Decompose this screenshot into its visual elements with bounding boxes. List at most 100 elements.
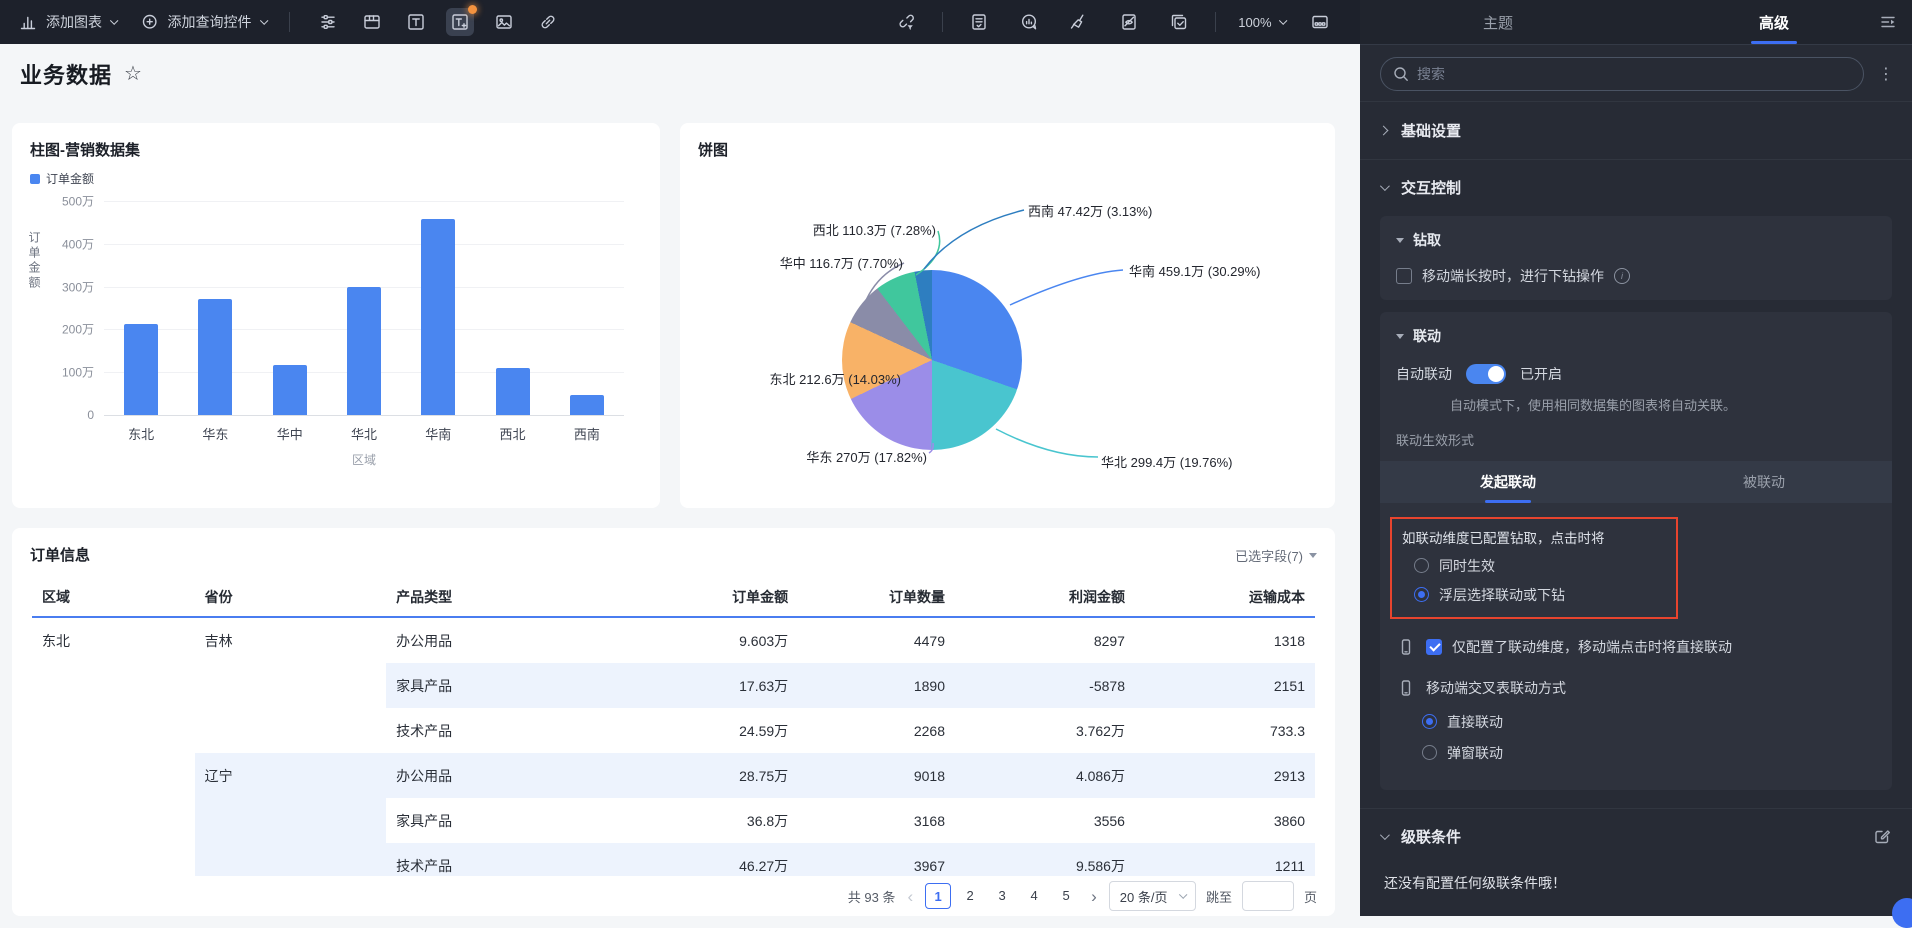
mobile-direct-label: 仅配置了联动维度，移动端点击时将直接联动 xyxy=(1452,638,1732,655)
page-number-4[interactable]: 4 xyxy=(1021,883,1047,909)
tab-receive-linkage[interactable]: 被联动 xyxy=(1636,461,1892,503)
bottom-toolbar-icon[interactable] xyxy=(1306,8,1334,36)
clean-canvas-icon[interactable] xyxy=(1065,8,1093,36)
column-header[interactable]: 区域 xyxy=(32,578,195,618)
x-tick-label: 华中 xyxy=(276,427,303,442)
chat-analysis-icon[interactable] xyxy=(1015,8,1043,36)
slider-settings-icon[interactable] xyxy=(314,8,342,36)
add-query-label: 添加查询控件 xyxy=(167,14,252,30)
settings-panel: 主题 高级 ⋮ 基础设置 交互控制 钻取 移动端长按时，进行下钻操作 i xyxy=(1360,0,1912,928)
bar-plot xyxy=(104,201,624,416)
x-tick-label: 华南 xyxy=(425,427,452,442)
option-direct-label: 直接联动 xyxy=(1447,713,1503,730)
table-row[interactable]: 辽宁 办公用品 28.75万 9018 4.086万 2913 xyxy=(32,753,1315,888)
auto-linkage-toggle[interactable] xyxy=(1466,364,1506,384)
bar-西北[interactable] xyxy=(495,367,530,415)
table-cell: 3860 xyxy=(1273,812,1305,829)
bar-华中[interactable] xyxy=(272,365,307,415)
pie-slice-label: 华中 116.7万 (7.70%) xyxy=(779,256,903,271)
text-component-icon[interactable] xyxy=(402,8,430,36)
column-header[interactable]: 订单数量 xyxy=(798,578,956,618)
column-header[interactable]: 产品类型 xyxy=(386,578,613,618)
radio-popup-linkage[interactable] xyxy=(1422,745,1437,760)
add-query-control-button[interactable]: 添加查询控件 xyxy=(140,12,268,32)
pie-chart-title: 饼图 xyxy=(698,142,729,159)
column-header[interactable]: 利润金额 xyxy=(955,578,1135,618)
panel-header: 主题 高级 xyxy=(1360,0,1912,45)
next-page-button[interactable]: › xyxy=(1089,888,1099,905)
rich-text-icon[interactable] xyxy=(446,5,477,36)
section-label: 交互控制 xyxy=(1401,179,1462,197)
panel-search-row: ⋮ xyxy=(1360,45,1912,102)
column-header[interactable]: 运输成本 xyxy=(1134,578,1315,618)
table-cell: 2151 xyxy=(1134,663,1315,708)
radio-overlay-select[interactable] xyxy=(1414,587,1429,602)
edit-icon[interactable] xyxy=(1872,826,1892,846)
table-row[interactable]: 东北 吉林 办公用品 9.603万 4479 8297 1318 xyxy=(32,617,1315,888)
favorite-star-icon[interactable]: ☆ xyxy=(124,64,142,84)
section-cascade-conditions[interactable]: 级联条件 xyxy=(1360,808,1912,863)
toolbar-divider xyxy=(1215,12,1217,32)
info-icon[interactable]: i xyxy=(1614,268,1630,284)
column-header[interactable]: 省份 xyxy=(194,578,387,618)
page-number-5[interactable]: 5 xyxy=(1053,883,1079,909)
page-number-3[interactable]: 3 xyxy=(989,883,1015,909)
drill-longpress-label: 移动端长按时，进行下钻操作 xyxy=(1422,268,1604,284)
page-size-select[interactable]: 20 条/页 xyxy=(1108,881,1196,911)
search-icon xyxy=(1391,64,1411,84)
bar-东北[interactable] xyxy=(124,324,159,415)
prev-page-button[interactable]: ‹ xyxy=(905,888,915,905)
pie-leader-line xyxy=(995,428,1099,458)
section-basic-settings[interactable]: 基础设置 xyxy=(1360,102,1912,160)
drill-title: 钻取 xyxy=(1413,232,1441,248)
hyperlink-icon[interactable] xyxy=(534,8,562,36)
tab-layout-icon[interactable] xyxy=(358,8,386,36)
toggle-knob xyxy=(1488,366,1504,382)
table-cell: 3556 xyxy=(1093,812,1125,829)
pie-slice-label: 东北 212.6万 (14.03%) xyxy=(769,372,901,387)
add-chart-button[interactable]: 添加图表 xyxy=(18,12,119,32)
batch-select-icon[interactable] xyxy=(1165,8,1193,36)
more-options-icon[interactable]: ⋮ xyxy=(1876,64,1896,84)
table-card: 订单信息 已选字段(7) 区域 省份 产品类型 订单金额 订单数量 利润金额 运输成本 东北吉… xyxy=(12,528,1335,916)
floating-button-partial[interactable] xyxy=(1892,898,1912,928)
bar-西南[interactable] xyxy=(569,394,604,415)
drill-section-header[interactable]: 钻取 xyxy=(1396,230,1876,250)
note-doc-icon[interactable] xyxy=(965,8,993,36)
linkage-section-header[interactable]: 联动 xyxy=(1396,326,1876,346)
toolbar-divider xyxy=(289,12,290,32)
option-overlay-label: 浮层选择联动或下钻 xyxy=(1439,586,1565,603)
total-count: 共 93 条 xyxy=(847,889,896,905)
bar-华南[interactable] xyxy=(421,218,456,415)
bar-chart-card: 柱图-营销数据集 订单金额 订单金额 500万 400万 300万 200万 100万 0… xyxy=(12,123,660,508)
section-interaction-control[interactable]: 交互控制 xyxy=(1360,160,1912,214)
active-tab-underline xyxy=(1485,499,1531,503)
bar-华北[interactable] xyxy=(346,286,381,415)
doc-hide-icon[interactable] xyxy=(1115,8,1143,36)
drill-longpress-checkbox[interactable] xyxy=(1396,268,1412,284)
tab-initiate-linkage[interactable]: 发起联动 xyxy=(1380,461,1636,503)
linkage-filter-icon[interactable] xyxy=(892,8,920,36)
tab-advanced[interactable]: 高级 xyxy=(1636,0,1912,44)
pie-chart[interactable] xyxy=(842,270,1022,450)
page-number-2[interactable]: 2 xyxy=(957,883,983,909)
panel-collapse-icon[interactable] xyxy=(1878,12,1898,32)
zoom-control[interactable]: 100% xyxy=(1238,15,1287,30)
mobile-direct-checkbox[interactable] xyxy=(1426,638,1442,655)
selected-fields-button[interactable]: 已选字段(7) xyxy=(1235,546,1317,565)
radio-simultaneous[interactable] xyxy=(1414,558,1429,573)
page-number-1[interactable]: 1 xyxy=(925,883,952,909)
legend-item[interactable]: 订单金额 xyxy=(30,170,94,187)
column-header[interactable]: 订单金额 xyxy=(612,578,799,618)
tab-initiate-label: 发起联动 xyxy=(1480,473,1536,490)
bar-chart-title: 柱图-营销数据集 xyxy=(30,142,140,159)
radio-direct-linkage[interactable] xyxy=(1422,714,1437,729)
image-icon[interactable] xyxy=(490,8,518,36)
caret-down-icon xyxy=(1309,553,1317,558)
legend-label: 订单金额 xyxy=(46,172,95,186)
tab-theme[interactable]: 主题 xyxy=(1360,0,1636,44)
bar-华东[interactable] xyxy=(198,299,233,415)
jump-page-input[interactable] xyxy=(1241,881,1294,911)
dashboard-canvas: 业务数据 ☆ 柱图-营销数据集 订单金额 订单金额 500万 400万 300万 20… xyxy=(0,44,1360,916)
search-input[interactable] xyxy=(1380,57,1864,91)
